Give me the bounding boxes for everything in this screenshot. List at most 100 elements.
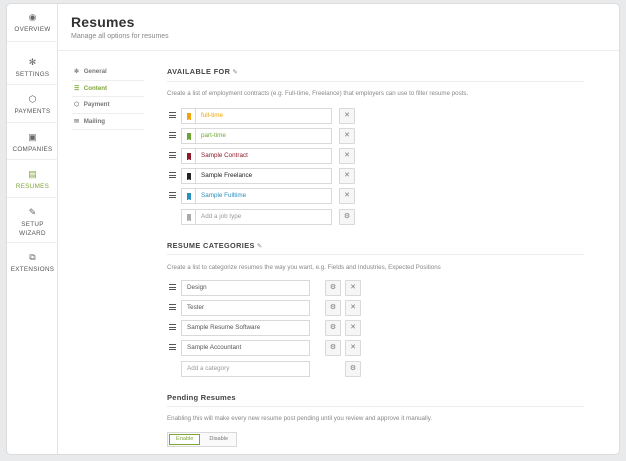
- remove-button[interactable]: ✕: [345, 300, 361, 316]
- remove-button[interactable]: ✕: [339, 128, 355, 144]
- wrench-icon: ✎: [28, 207, 37, 217]
- nav-resumes[interactable]: ▤ RESUMES: [7, 161, 58, 198]
- section-title-text: RESUME CATEGORIES: [167, 241, 255, 250]
- drag-handle-icon[interactable]: [169, 112, 176, 118]
- subnav-label: Payment: [83, 101, 110, 108]
- remove-button[interactable]: ✕: [345, 280, 361, 296]
- nav-label: COMPANIES: [12, 146, 53, 153]
- drag-handle-icon[interactable]: [169, 132, 176, 138]
- bookmark-icon: [181, 209, 196, 225]
- resume-categories-title: RESUME CATEGORIES ✎: [167, 241, 263, 250]
- drag-handle-icon[interactable]: [169, 284, 176, 290]
- available-for-description: Create a list of employment contracts (e…: [167, 90, 469, 97]
- bookmark-color: [187, 113, 191, 121]
- remove-button[interactable]: ✕: [339, 108, 355, 124]
- gear-icon[interactable]: ⚙: [325, 340, 341, 356]
- nav-label: PAYMENTS: [14, 108, 51, 115]
- nav-label: SETUP: [21, 221, 44, 228]
- subnav-label: Content: [83, 84, 108, 92]
- bookmark-color: [187, 214, 191, 222]
- drag-handle-icon[interactable]: [169, 152, 176, 158]
- remove-button[interactable]: ✕: [345, 340, 361, 356]
- drag-handle-icon[interactable]: [169, 344, 176, 350]
- bookmark-icon: [181, 128, 196, 144]
- nav-settings[interactable]: ✻ SETTINGS: [7, 49, 58, 85]
- job-type-field[interactable]: Sample Freelance: [195, 168, 332, 184]
- nav-setup-wizard[interactable]: ✎ SETUP WIZARD: [7, 199, 58, 243]
- page-subtitle: Manage all options for resumes: [71, 33, 169, 40]
- tag-icon: ⬡: [28, 94, 37, 104]
- drag-handle-icon[interactable]: [169, 304, 176, 310]
- category-field[interactable]: Design: [181, 280, 310, 296]
- nav-extensions[interactable]: ⧉ EXTENSIONS: [7, 244, 58, 280]
- gear-icon: ✻: [28, 57, 37, 67]
- page-title: Resumes: [71, 14, 135, 30]
- resume-icon: ▤: [28, 169, 37, 179]
- resume-categories-description: Create a list to categorize resumes the …: [167, 264, 441, 271]
- disable-button[interactable]: Disable: [201, 433, 236, 446]
- bookmark-icon: [181, 188, 196, 204]
- job-type-field[interactable]: Sample Fulltime: [195, 188, 332, 204]
- remove-button[interactable]: ✕: [339, 168, 355, 184]
- add-job-type-input[interactable]: Add a job type: [195, 209, 332, 225]
- nav-companies[interactable]: ▣ COMPANIES: [7, 124, 58, 160]
- bookmark-icon: [181, 108, 196, 124]
- nav-payments[interactable]: ⬡ PAYMENTS: [7, 86, 58, 123]
- settings-subnav: ✻ General ☰ Content ⬡ Payment ✉ Mailing: [72, 64, 144, 130]
- nav-overview[interactable]: ◉ OVERVIEW: [7, 4, 58, 42]
- category-field[interactable]: Tester: [181, 300, 310, 316]
- category-field[interactable]: Sample Resume Software: [181, 320, 310, 336]
- drag-handle-icon[interactable]: [169, 172, 176, 178]
- section-divider: [167, 254, 584, 255]
- category-field[interactable]: Sample Accountant: [181, 340, 310, 356]
- add-category-input[interactable]: Add a category: [181, 361, 310, 377]
- nav-label: OVERVIEW: [14, 26, 51, 33]
- subnav-payment[interactable]: ⬡ Payment: [72, 97, 144, 114]
- drag-handle-icon[interactable]: [169, 192, 176, 198]
- gear-icon[interactable]: ⚙: [325, 320, 341, 336]
- pending-resumes-title: Pending Resumes: [167, 393, 236, 402]
- available-for-title: AVAILABLE FOR ✎: [167, 67, 238, 76]
- nav-label: SETTINGS: [15, 71, 50, 78]
- pending-resumes-description: Enabling this will make every new resume…: [167, 415, 433, 422]
- bookmark-icon: [181, 148, 196, 164]
- pending-toggle: Enable Disable: [167, 432, 238, 447]
- header-divider: [58, 50, 619, 51]
- gear-icon[interactable]: ⚙: [325, 300, 341, 316]
- bookmark-color: [187, 133, 191, 141]
- gear-icon[interactable]: ⚙: [325, 280, 341, 296]
- remove-button[interactable]: ✕: [339, 148, 355, 164]
- subnav-content[interactable]: ☰ Content: [72, 81, 144, 97]
- gear-icon[interactable]: ⚙: [339, 209, 355, 225]
- remove-button[interactable]: ✕: [345, 320, 361, 336]
- bookmark-icon: [181, 168, 196, 184]
- subnav-label: Mailing: [83, 117, 106, 125]
- remove-button[interactable]: ✕: [339, 188, 355, 204]
- section-divider: [167, 406, 584, 407]
- bookmark-color: [187, 153, 191, 161]
- drag-handle-icon[interactable]: [169, 324, 176, 330]
- job-type-field[interactable]: Sample Contract: [195, 148, 332, 164]
- enable-button[interactable]: Enable: [169, 434, 201, 445]
- main-sidebar: ◉ OVERVIEW ✻ SETTINGS ⬡ PAYMENTS ▣ COMPA…: [7, 4, 58, 454]
- subnav-general[interactable]: ✻ General: [72, 64, 144, 81]
- job-type-field[interactable]: full-time: [195, 108, 332, 124]
- bookmark-color: [187, 173, 191, 181]
- subnav-mailing[interactable]: ✉ Mailing: [72, 114, 144, 130]
- bookmark-color: [187, 193, 191, 201]
- tag-icon: ⬡: [74, 102, 80, 108]
- admin-panel: ◉ OVERVIEW ✻ SETTINGS ⬡ PAYMENTS ▣ COMPA…: [6, 3, 620, 455]
- gear-icon: ✻: [74, 69, 80, 75]
- nav-label: RESUMES: [15, 183, 50, 190]
- pencil-icon[interactable]: ✎: [232, 69, 238, 76]
- pencil-icon[interactable]: ✎: [257, 243, 263, 250]
- nav-label: EXTENSIONS: [10, 266, 55, 273]
- section-divider: [167, 81, 584, 82]
- subnav-label: General: [83, 68, 107, 75]
- overview-icon: ◉: [28, 12, 37, 22]
- page-header: Resumes Manage all options for resumes: [71, 14, 169, 40]
- job-type-field[interactable]: part-time: [195, 128, 332, 144]
- nav-label: WIZARD: [19, 230, 46, 237]
- list-icon: ☰: [74, 85, 80, 92]
- gear-icon[interactable]: ⚙: [345, 361, 361, 377]
